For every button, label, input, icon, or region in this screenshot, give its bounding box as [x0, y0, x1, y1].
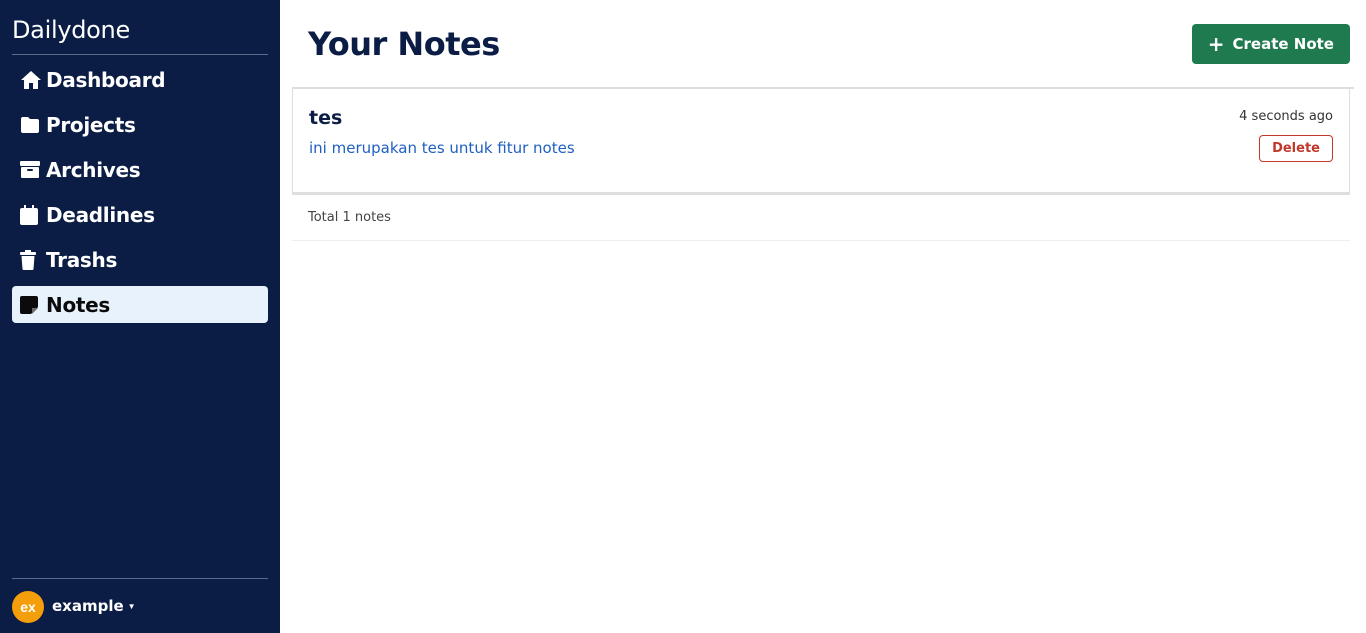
sidebar: Dailydone Dashboard Projects Archives De…: [0, 0, 280, 633]
user-menu[interactable]: ex example ▼: [12, 578, 268, 633]
folder-icon: [20, 114, 42, 136]
sidebar-item-label: Archives: [46, 157, 141, 182]
sidebar-item-projects[interactable]: Projects: [12, 106, 268, 143]
sidebar-item-notes[interactable]: Notes: [12, 286, 268, 323]
sidebar-item-dashboard[interactable]: Dashboard: [12, 61, 268, 98]
plus-icon: +: [1207, 31, 1225, 56]
app-root: Dailydone Dashboard Projects Archives De…: [0, 0, 1366, 633]
sticky-note-icon: [20, 294, 42, 316]
user-name: example: [52, 597, 124, 615]
sidebar-item-trashs[interactable]: Trashs: [12, 241, 268, 278]
sidebar-item-label: Deadlines: [46, 202, 155, 227]
sidebar-item-label: Notes: [46, 292, 111, 317]
note-body[interactable]: ini merupakan tes untuk fitur notes: [309, 139, 1333, 157]
page-header: Your Notes + Create Note: [292, 0, 1354, 89]
create-note-label: Create Note: [1232, 34, 1334, 53]
brand-title[interactable]: Dailydone: [12, 0, 268, 55]
note-title: tes: [309, 107, 343, 129]
note-card[interactable]: tes ini merupakan tes untuk fitur notes …: [292, 89, 1350, 195]
archive-icon: [20, 159, 42, 181]
page-title: Your Notes: [308, 24, 500, 63]
sidebar-item-deadlines[interactable]: Deadlines: [12, 196, 268, 233]
sidebar-item-archives[interactable]: Archives: [12, 151, 268, 188]
notes-total: Total 1 notes: [292, 195, 1350, 241]
sidebar-item-label: Projects: [46, 112, 136, 137]
caret-down-icon: ▼: [127, 601, 136, 611]
delete-note-button[interactable]: Delete: [1259, 135, 1333, 162]
sidebar-item-label: Trashs: [46, 247, 118, 272]
sidebar-item-label: Dashboard: [46, 67, 166, 92]
home-icon: [20, 69, 42, 91]
trash-icon: [20, 249, 42, 271]
create-note-button[interactable]: + Create Note: [1191, 23, 1350, 64]
calendar-icon: [20, 204, 42, 226]
sidebar-nav: Dashboard Projects Archives Deadlines Tr…: [12, 61, 268, 323]
avatar: ex: [12, 590, 44, 623]
main-content: Your Notes + Create Note tes ini merupak…: [280, 0, 1366, 633]
note-timestamp: 4 seconds ago: [1239, 109, 1333, 124]
